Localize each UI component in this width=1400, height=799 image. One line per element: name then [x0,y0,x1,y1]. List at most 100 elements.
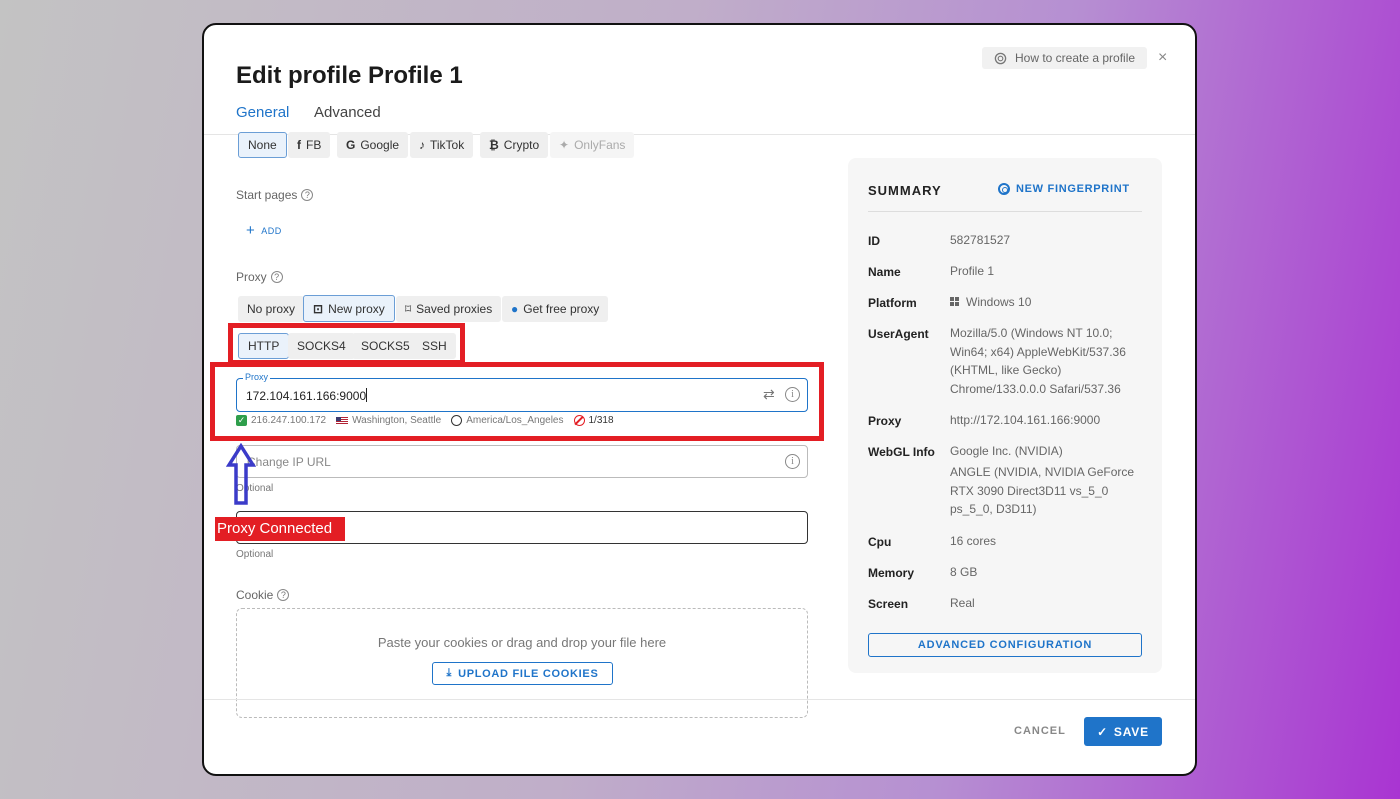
summary-label-memory: Memory [868,566,915,580]
us-flag-icon [336,416,349,425]
summary-value-useragent: Mozilla/5.0 (Windows NT 10.0; Win64; x64… [950,326,1126,396]
footer-divider [204,699,1195,700]
summary-value-cpu: 16 cores [950,534,997,548]
mode-label: No proxy [247,302,296,316]
proxy-type-http[interactable]: HTTP [238,333,290,359]
summary-value-memory: 8 GB [950,565,978,579]
preset-label: Google [360,138,400,152]
preset-none[interactable]: None [238,132,287,158]
proxy-mode-new-proxy[interactable]: ⊡ New proxy [303,295,395,322]
edit-profile-dialog: Edit profile Profile 1 How to create a p… [202,23,1197,776]
add-start-page-button[interactable]: + ADD [246,222,282,239]
check-icon: ✓ [1097,724,1108,739]
swap-icon[interactable]: ⇄ [763,386,775,403]
proxy-type-socks4[interactable]: SOCKS4 [288,333,355,359]
proxy-mode-no-proxy[interactable]: No proxy [238,296,305,322]
type-label: SOCKS4 [297,339,346,353]
preset-label: Crypto [503,138,540,152]
onlyfans-icon: ✦ [559,138,570,152]
download-icon: ⤓ [446,667,453,679]
proxy-input[interactable]: Proxy 172.104.161.166:9000 ⇄ i [236,372,808,412]
upload-cookies-button[interactable]: ⤓ UPLOAD FILE COOKIES [432,662,613,685]
preset-crypto[interactable]: ₿ Crypto [480,132,549,158]
up-arrow-annotation-icon [226,443,256,505]
help-button-label: How to create a profile [1015,51,1136,65]
summary-label-name: Name [868,265,901,279]
summary-value-name: Profile 1 [950,264,995,278]
preset-fb[interactable]: f FB [288,132,331,158]
proxy-location: Washington, Seattle [352,415,442,426]
bookmark-icon: ⌑ [405,302,412,316]
preset-label: FB [306,138,322,152]
summary-label-cpu: Cpu [868,535,892,549]
change-ip-url-placeholder: Change IP URL [247,455,331,469]
summary-panel: SUMMARY NEW FINGERPRINT ID 582781527 Nam… [848,158,1162,673]
proxy-mode-get-free-proxy[interactable]: ● Get free proxy [502,296,609,322]
save-button[interactable]: ✓ SAVE [1084,717,1162,746]
fingerprint-icon [998,183,1010,195]
google-icon: G [346,138,356,152]
start-pages-text: Start pages [236,188,298,202]
summary-value-webgl-vendor: Google Inc. (NVIDIA) [950,444,1063,458]
mode-label: New proxy [328,301,385,316]
windows-icon [950,297,959,306]
cookie-dropzone[interactable]: Paste your cookies or drag and drop your… [236,608,808,718]
proxy-ip: 216.247.100.172 [251,415,327,426]
advanced-configuration-button[interactable]: ADVANCED CONFIGURATION [868,633,1142,657]
proxy-status-row: ✓ 216.247.100.172 Washington, Seattle Am… [236,415,614,426]
save-label: SAVE [1113,724,1149,739]
blocked-icon [573,415,585,426]
preset-onlyfans: ✦ OnlyFans [550,132,635,158]
cookie-label-text: Cookie [236,588,274,602]
preset-label: TikTok [430,138,465,152]
proxy-count: 1/318 [588,415,614,426]
cancel-button[interactable]: CANCEL [1014,725,1066,737]
plus-icon: + [246,222,256,239]
optional-hint: Optional [236,549,274,560]
proxy-mode-saved-proxies[interactable]: ⌑ Saved proxies [396,296,502,322]
summary-value-proxy: http://172.104.161.166:9000 [950,413,1101,427]
proxy-input-value[interactable]: 172.104.161.166:9000 [246,388,368,403]
check-icon: ✓ [236,415,247,426]
summary-label-webgl: WebGL Info [868,445,935,459]
preset-tiktok[interactable]: ♪ TikTok [410,132,474,158]
platform-text: Windows 10 [966,295,1032,309]
proxy-type-ssh[interactable]: SSH [413,333,456,359]
help-icon: ? [277,589,290,601]
tab-general[interactable]: General [236,104,289,121]
close-icon[interactable]: × [1158,49,1167,67]
help-ring-icon [994,52,1007,64]
preset-google[interactable]: G Google [337,132,409,158]
summary-label-id: ID [868,234,880,248]
summary-title: SUMMARY [868,183,942,198]
upload-label: UPLOAD FILE COOKIES [458,667,599,680]
dialog-title: Edit profile Profile 1 [236,62,463,89]
how-to-create-profile-button[interactable]: How to create a profile [982,47,1148,69]
proxy-section-label: Proxy? [236,270,283,284]
type-label: HTTP [248,339,280,353]
dropzone-text: Paste your cookies or drag and drop your… [377,635,667,650]
tiktok-icon: ♪ [419,138,425,152]
summary-value-webgl-renderer: ANGLE (NVIDIA, NVIDIA GeForce RTX 3090 D… [950,465,1135,516]
summary-label-useragent: UserAgent [868,327,929,341]
proxy-type-socks5[interactable]: SOCKS5 [352,333,419,359]
summary-value-platform: Windows 10 [950,293,1150,312]
bitcoin-icon: ₿ [489,138,499,152]
info-icon[interactable]: i [785,387,800,402]
summary-value-screen: Real [950,596,975,610]
cookie-label: Cookie? [236,588,290,602]
change-ip-url-input[interactable]: Change IP URL i [236,445,808,478]
add-label: ADD [261,226,282,236]
clock-icon [451,415,463,426]
proxy-connected-annotation: Proxy Connected [215,517,345,541]
preset-label: OnlyFans [574,138,626,152]
mode-label: Saved proxies [416,302,493,316]
new-fingerprint-label: NEW FINGERPRINT [1016,183,1130,195]
tab-advanced[interactable]: Advanced [314,104,381,121]
new-fingerprint-button[interactable]: NEW FINGERPRINT [998,183,1130,195]
proxy-label-text: Proxy [236,270,267,284]
summary-divider [868,211,1142,212]
info-icon[interactable]: i [785,454,800,469]
summary-label-platform: Platform [868,296,917,310]
start-pages-label: Start pages? [236,188,314,202]
